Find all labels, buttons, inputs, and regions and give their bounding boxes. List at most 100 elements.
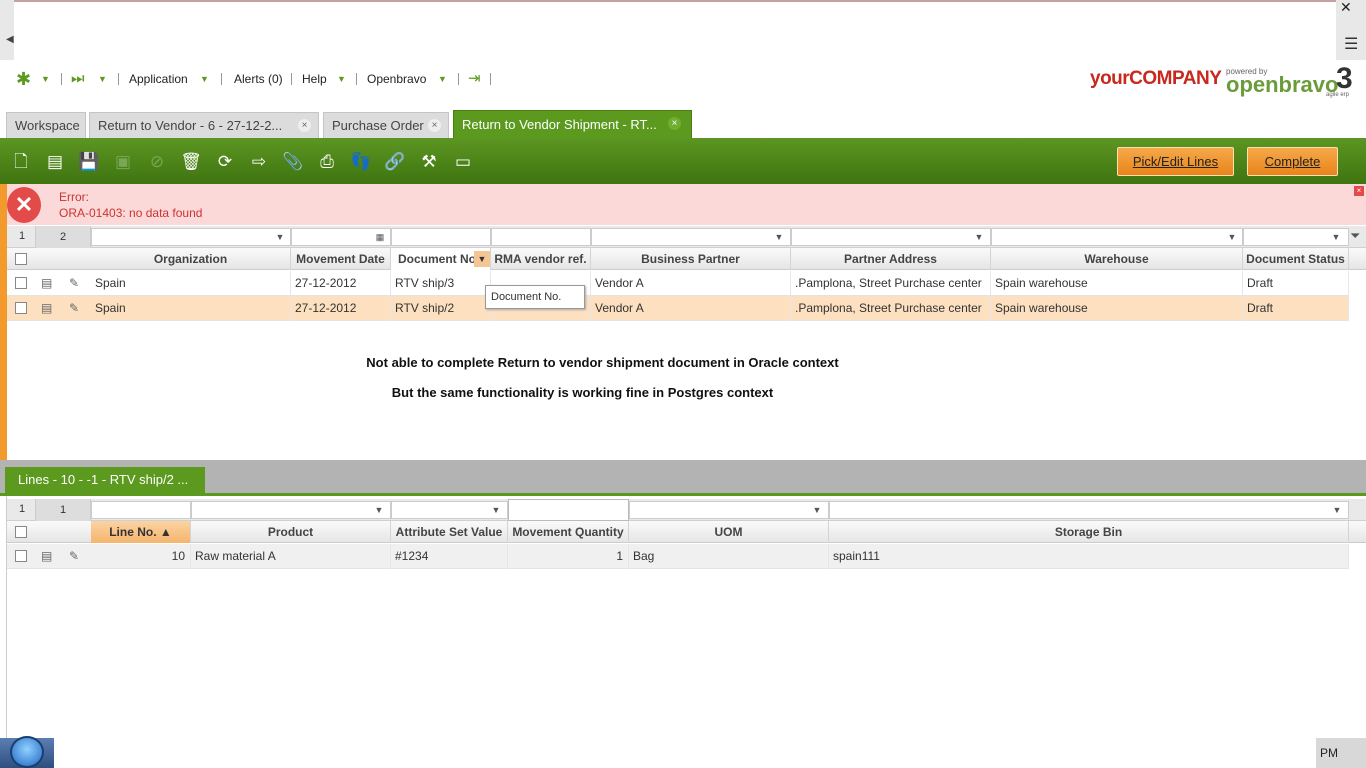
chevron-left-icon[interactable]: ◀	[6, 34, 14, 45]
nav-application[interactable]: Application	[129, 72, 188, 86]
tab-purchase-order[interactable]: Purchase Order ×	[323, 112, 449, 138]
column-partner-address[interactable]: Partner Address	[791, 248, 991, 270]
chevron-down-icon[interactable]: ▼	[488, 502, 504, 518]
select-all-checkbox[interactable]	[15, 526, 27, 538]
audit-trail-icon[interactable]: 👣	[348, 150, 374, 174]
row-checkbox[interactable]	[15, 550, 27, 562]
column-attribute-set-value[interactable]: Attribute Set Value	[391, 521, 508, 543]
filter-movement-quantity[interactable]	[508, 499, 629, 521]
nav-alerts[interactable]: Alerts (0)	[234, 72, 283, 86]
chevron-down-icon[interactable]: ▼	[1329, 502, 1345, 518]
refresh-icon[interactable]: ⟳	[212, 150, 238, 174]
left-scroll-panel[interactable]: ◀	[0, 0, 14, 60]
edit-icon[interactable]: ✎	[69, 276, 79, 290]
chevron-down-icon[interactable]: ▼	[98, 74, 107, 84]
delete-icon[interactable]: 🗑	[178, 150, 204, 174]
column-organization[interactable]: Organization	[91, 248, 291, 270]
close-icon[interactable]: ×	[668, 117, 681, 130]
logout-icon[interactable]: ⇥	[468, 69, 481, 87]
annotation-text-1: Not able to complete Return to vendor sh…	[366, 355, 839, 370]
edit-icon[interactable]: ✎	[69, 301, 79, 315]
save-icon[interactable]: 💾	[76, 150, 102, 174]
attachment-icon[interactable]: 📎	[280, 150, 306, 174]
filter-storage-bin[interactable]	[829, 501, 1349, 519]
tab-workspace[interactable]: Workspace	[6, 112, 86, 138]
print-icon[interactable]: ⎙	[314, 150, 340, 174]
chevron-down-icon[interactable]: ▼	[200, 74, 209, 84]
pick-edit-lines-button[interactable]: Pick/Edit Lines	[1117, 147, 1234, 176]
quick-launch-icon[interactable]: ✱	[16, 69, 31, 90]
complete-button[interactable]: Complete	[1247, 147, 1338, 176]
column-rma-ref[interactable]: RMA vendor ref.	[491, 248, 591, 270]
column-storage-bin[interactable]: Storage Bin	[829, 521, 1349, 543]
save-close-icon[interactable]: ▣	[110, 150, 136, 174]
table-row[interactable]: ▤ ✎ Spain 27-12-2012 RTV ship/3 Vendor A…	[7, 271, 1349, 296]
filter-partner-address[interactable]	[791, 228, 991, 246]
tab-lines[interactable]: Lines - 10 - -1 - RTV ship/2 ...	[5, 467, 205, 493]
quick-create-icon[interactable]: ⏭	[71, 70, 85, 87]
tab-label: Purchase Order	[332, 118, 424, 133]
chevron-down-icon[interactable]: ▼	[1328, 229, 1344, 245]
tab-label: Workspace	[15, 118, 80, 133]
filter-document-no[interactable]	[391, 228, 491, 246]
close-icon[interactable]: ×	[1354, 186, 1364, 196]
column-uom[interactable]: UOM	[629, 521, 829, 543]
chevron-down-icon[interactable]: ▼	[771, 229, 787, 245]
select-all-checkbox[interactable]	[15, 253, 27, 265]
new-row-icon[interactable]: ▤	[42, 150, 68, 174]
calendar-icon[interactable]: ▦	[372, 229, 388, 245]
chevron-down-icon[interactable]: ▼	[337, 74, 346, 84]
table-row[interactable]: ▤ ✎ Spain 27-12-2012 RTV ship/2 Vendor A…	[7, 296, 1349, 321]
chevron-down-icon[interactable]: ▼	[809, 502, 825, 518]
export-icon[interactable]: ⇨	[246, 150, 272, 174]
edit-icon[interactable]: ✎	[69, 549, 79, 563]
filter-uom[interactable]	[629, 501, 829, 519]
openbravo-logo: openbravo	[1226, 72, 1339, 97]
column-document-status[interactable]: Document Status	[1243, 248, 1349, 270]
start-button-icon[interactable]	[10, 736, 44, 768]
error-icon: ✕	[7, 187, 41, 223]
column-menu-icon[interactable]: ▼	[474, 251, 490, 267]
table-row[interactable]: ▤ ✎ 10 Raw material A #1234 1 Bag spain1…	[7, 544, 1349, 569]
form-view-icon[interactable]: ▤	[41, 276, 52, 290]
chevron-down-icon[interactable]: ▼	[438, 74, 447, 84]
chevron-down-icon[interactable]: ▼	[1224, 229, 1240, 245]
column-movement-quantity[interactable]: Movement Quantity	[508, 521, 629, 543]
filter-line-no[interactable]	[91, 501, 191, 519]
filter-product[interactable]	[191, 501, 391, 519]
column-warehouse[interactable]: Warehouse	[991, 248, 1243, 270]
undo-icon[interactable]: ⊘	[144, 150, 170, 174]
tab-return-to-vendor[interactable]: Return to Vendor - 6 - 27-12-2... ×	[89, 112, 319, 138]
chevron-down-icon[interactable]: ▼	[272, 229, 288, 245]
filter-business-partner[interactable]	[591, 228, 791, 246]
nav-openbravo[interactable]: Openbravo	[367, 72, 426, 86]
row-checkbox[interactable]	[15, 302, 27, 314]
close-icon[interactable]: ×	[428, 119, 441, 132]
form-view-icon[interactable]: ▤	[41, 301, 52, 315]
close-window-icon[interactable]: ✕	[1340, 0, 1352, 16]
nav-separator	[356, 73, 357, 85]
chevron-down-icon[interactable]: ▼	[41, 74, 50, 84]
close-icon[interactable]: ×	[298, 119, 311, 132]
error-message-bar	[7, 184, 1366, 225]
column-product[interactable]: Product	[191, 521, 391, 543]
link-icon[interactable]: 🔗	[382, 150, 408, 174]
toggle-view-icon[interactable]: ▭	[450, 150, 476, 174]
column-business-partner[interactable]: Business Partner	[591, 248, 791, 270]
nav-help[interactable]: Help	[302, 72, 327, 86]
menu-icon[interactable]: ☰	[1344, 34, 1358, 54]
tab-return-to-vendor-shipment[interactable]: Return to Vendor Shipment - RT... ×	[453, 110, 692, 138]
form-view-icon[interactable]: ▤	[41, 549, 52, 563]
tools-icon[interactable]: ⚒	[416, 150, 442, 174]
filter-icon[interactable]: ⏷	[1350, 228, 1360, 244]
chevron-down-icon[interactable]: ▼	[371, 502, 387, 518]
filter-rma-ref[interactable]	[491, 228, 591, 246]
new-document-icon[interactable]: 🗋	[8, 150, 34, 174]
filter-organization[interactable]	[91, 228, 291, 246]
filter-warehouse[interactable]	[991, 228, 1243, 246]
column-line-no[interactable]: Line No. ▲	[91, 521, 191, 543]
column-movement-date[interactable]: Movement Date	[291, 248, 391, 270]
row-checkbox[interactable]	[15, 277, 27, 289]
cell-line-no: 10	[91, 544, 191, 569]
chevron-down-icon[interactable]: ▼	[971, 229, 987, 245]
